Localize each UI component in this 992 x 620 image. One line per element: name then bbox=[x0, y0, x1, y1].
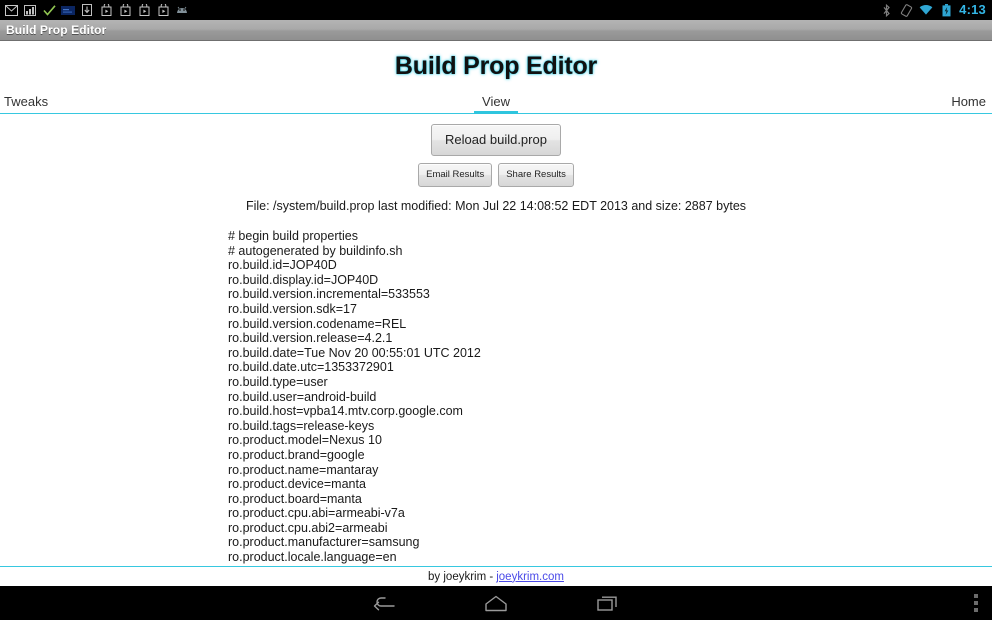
build-prop-line: ro.product.manufacturer=samsung bbox=[228, 535, 420, 550]
status-clock: 4:13 bbox=[959, 2, 986, 17]
blue-screen-icon bbox=[61, 3, 75, 17]
gmail-icon bbox=[4, 3, 18, 17]
checkmark-icon bbox=[42, 3, 56, 17]
build-prop-listing: # begin build properties # autogenerated … bbox=[0, 229, 992, 566]
footer-link[interactable]: joeykrim.com bbox=[496, 571, 564, 583]
bluetooth-icon bbox=[879, 3, 893, 17]
download-icon bbox=[80, 3, 94, 17]
wifi-icon bbox=[919, 3, 933, 17]
webview-content: Build Prop Editor Tweaks View Home Reloa… bbox=[0, 41, 992, 586]
build-prop-line: ro.build.tags=release-keys bbox=[228, 418, 375, 433]
android-head-icon bbox=[175, 3, 189, 17]
build-prop-line: # begin build properties bbox=[228, 229, 358, 244]
tab-bar: Tweaks View Home bbox=[0, 89, 992, 115]
build-prop-line: ro.product.cpu.abi2=armeabi bbox=[228, 520, 388, 535]
footer-credit: by joeykrim - bbox=[428, 570, 494, 583]
android-nav-bar bbox=[0, 586, 992, 620]
rotation-lock-icon bbox=[899, 3, 913, 17]
app-title-bar: Build Prop Editor bbox=[0, 20, 992, 41]
build-prop-line: ro.build.version.sdk=17 bbox=[228, 301, 357, 316]
overflow-menu-icon[interactable] bbox=[974, 594, 978, 612]
build-prop-line: ro.build.user=android-build bbox=[228, 389, 377, 404]
bar-chart-icon bbox=[23, 3, 37, 17]
back-icon[interactable] bbox=[367, 590, 401, 616]
build-prop-line: ro.build.id=JOP40D bbox=[228, 258, 337, 273]
build-prop-line: ro.build.version.codename=REL bbox=[228, 316, 407, 331]
footer: by joeykrim - joeykrim.com bbox=[0, 566, 992, 586]
build-prop-line: ro.product.device=manta bbox=[228, 477, 366, 492]
page-title: Build Prop Editor bbox=[394, 52, 598, 80]
build-prop-line: ro.build.host=vpba14.mtv.corp.google.com bbox=[228, 404, 463, 419]
battery-charging-icon bbox=[939, 3, 953, 17]
build-prop-line: ro.build.version.incremental=533553 bbox=[228, 287, 430, 302]
play-store-icon bbox=[137, 3, 151, 17]
build-prop-line: ro.product.model=Nexus 10 bbox=[228, 433, 382, 448]
build-prop-line: # autogenerated by buildinfo.sh bbox=[228, 243, 403, 258]
build-prop-line: ro.build.date.utc=1353372901 bbox=[228, 360, 394, 375]
build-prop-line: ro.product.locale.region=US bbox=[228, 565, 992, 566]
status-bar: 4:13 bbox=[0, 0, 992, 20]
reload-build-prop-button[interactable]: Reload build.prop bbox=[431, 124, 561, 157]
build-prop-scroll-area[interactable]: # begin build properties # autogenerated … bbox=[0, 229, 992, 566]
play-store-icon bbox=[118, 3, 132, 17]
notification-icons[interactable] bbox=[4, 3, 189, 17]
tab-home[interactable]: Home bbox=[951, 95, 986, 113]
file-info-text: File: /system/build.prop last modified: … bbox=[245, 199, 747, 214]
android-screen: 4:13 Build Prop Editor Build Prop Editor… bbox=[0, 0, 992, 620]
build-prop-line: ro.build.date=Tue Nov 20 00:55:01 UTC 20… bbox=[228, 345, 481, 360]
home-icon[interactable] bbox=[479, 590, 513, 616]
results-button-row: Email Results Share Results bbox=[418, 163, 574, 188]
build-prop-line: ro.build.type=user bbox=[228, 374, 328, 389]
build-prop-line: ro.product.board=manta bbox=[228, 491, 362, 506]
tab-view[interactable]: View bbox=[474, 95, 518, 115]
app-title: Build Prop Editor bbox=[6, 23, 107, 37]
recents-icon[interactable] bbox=[591, 590, 625, 616]
tab-tweaks[interactable]: Tweaks bbox=[4, 95, 48, 113]
build-prop-line: ro.build.display.id=JOP40D bbox=[228, 272, 379, 287]
play-store-icon bbox=[99, 3, 113, 17]
build-prop-line: ro.product.locale.language=en bbox=[228, 550, 397, 565]
controls-area: Reload build.prop Email Results Share Re… bbox=[0, 114, 992, 188]
build-prop-line: ro.product.brand=google bbox=[228, 447, 365, 462]
build-prop-line: ro.build.version.release=4.2.1 bbox=[228, 331, 393, 346]
system-status-icons[interactable]: 4:13 bbox=[879, 3, 986, 17]
build-prop-line: ro.product.cpu.abi=armeabi-v7a bbox=[228, 506, 405, 521]
share-results-button[interactable]: Share Results bbox=[498, 163, 574, 188]
email-results-button[interactable]: Email Results bbox=[418, 163, 493, 188]
build-prop-line: ro.product.name=mantaray bbox=[228, 462, 379, 477]
play-store-icon bbox=[156, 3, 170, 17]
